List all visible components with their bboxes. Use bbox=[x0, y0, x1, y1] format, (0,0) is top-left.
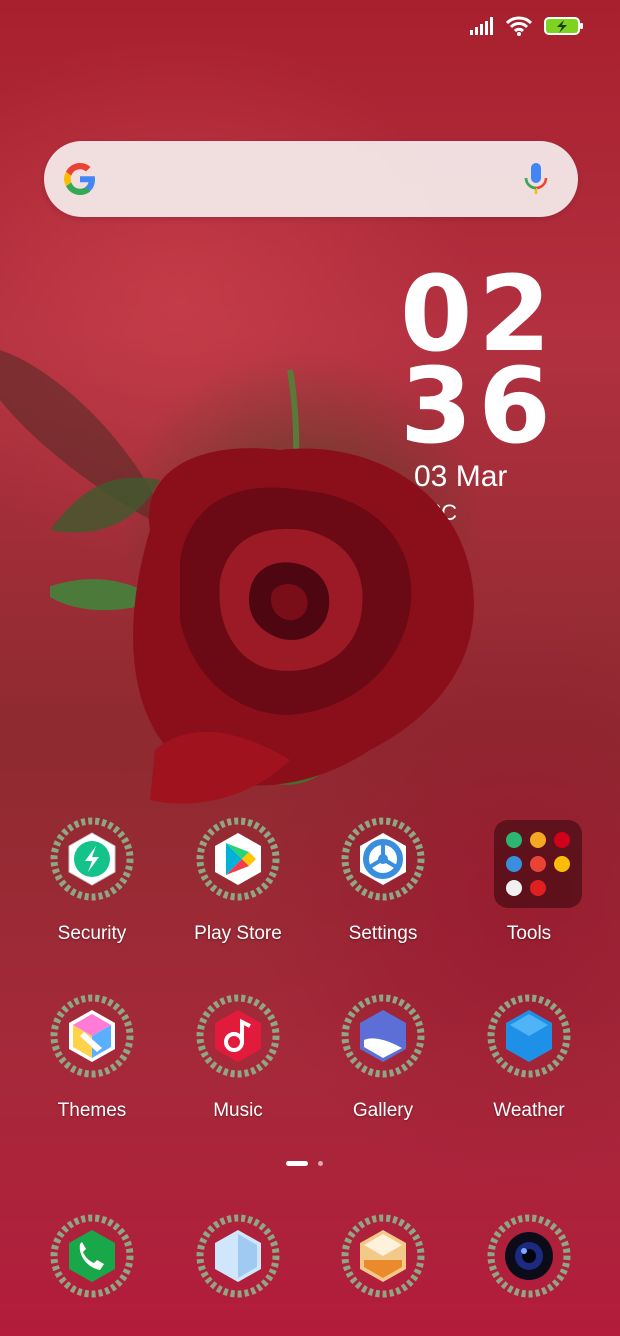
play-store-icon bbox=[196, 817, 280, 901]
app-label: Settings bbox=[348, 923, 418, 944]
home-screen: 02 36 03 Mar 1 °C Security bbox=[0, 0, 620, 1336]
google-search-bar[interactable] bbox=[44, 141, 578, 217]
status-bar bbox=[470, 16, 584, 36]
app-settings[interactable]: Settings bbox=[318, 815, 448, 945]
folder-mini-icons bbox=[506, 832, 570, 896]
google-logo-icon bbox=[64, 163, 95, 195]
dock-phone[interactable] bbox=[27, 1212, 157, 1312]
page-dot-active bbox=[286, 1161, 308, 1166]
app-label: Gallery bbox=[352, 1100, 414, 1121]
camera-icon bbox=[487, 1214, 571, 1298]
wifi-icon bbox=[506, 16, 532, 36]
app-gallery[interactable]: Gallery bbox=[318, 992, 448, 1122]
app-music[interactable]: Music bbox=[173, 992, 303, 1122]
settings-icon bbox=[341, 817, 425, 901]
page-indicator[interactable] bbox=[286, 1161, 323, 1166]
phone-icon bbox=[50, 1214, 134, 1298]
app-label: Music bbox=[213, 1100, 263, 1121]
messages-icon bbox=[196, 1214, 280, 1298]
app-label: Play Store bbox=[194, 923, 282, 944]
tools-folder-icon bbox=[494, 820, 582, 908]
app-security[interactable]: Security bbox=[27, 815, 157, 945]
app-label: Weather bbox=[493, 1100, 565, 1121]
dock-camera[interactable] bbox=[464, 1212, 594, 1312]
app-weather[interactable]: Weather bbox=[464, 992, 594, 1122]
folder-tools[interactable]: Tools bbox=[464, 815, 594, 945]
music-icon bbox=[196, 994, 280, 1078]
app-label: Tools bbox=[506, 923, 552, 944]
security-icon bbox=[50, 817, 134, 901]
browser-icon bbox=[341, 1214, 425, 1298]
battery-charging-icon bbox=[544, 17, 583, 35]
app-label: Themes bbox=[57, 1100, 127, 1121]
themes-icon bbox=[50, 994, 134, 1078]
app-label: Security bbox=[57, 923, 127, 944]
page-dot bbox=[318, 1161, 323, 1166]
app-themes[interactable]: Themes bbox=[27, 992, 157, 1122]
gallery-icon bbox=[341, 994, 425, 1078]
rose-wallpaper-image bbox=[50, 369, 474, 804]
dock-messages[interactable] bbox=[173, 1212, 303, 1312]
weather-icon bbox=[487, 994, 571, 1078]
dock-browser[interactable] bbox=[318, 1212, 448, 1312]
mic-icon[interactable] bbox=[524, 163, 548, 197]
app-play-store[interactable]: Play Store bbox=[173, 815, 303, 945]
signal-icon bbox=[470, 17, 493, 35]
